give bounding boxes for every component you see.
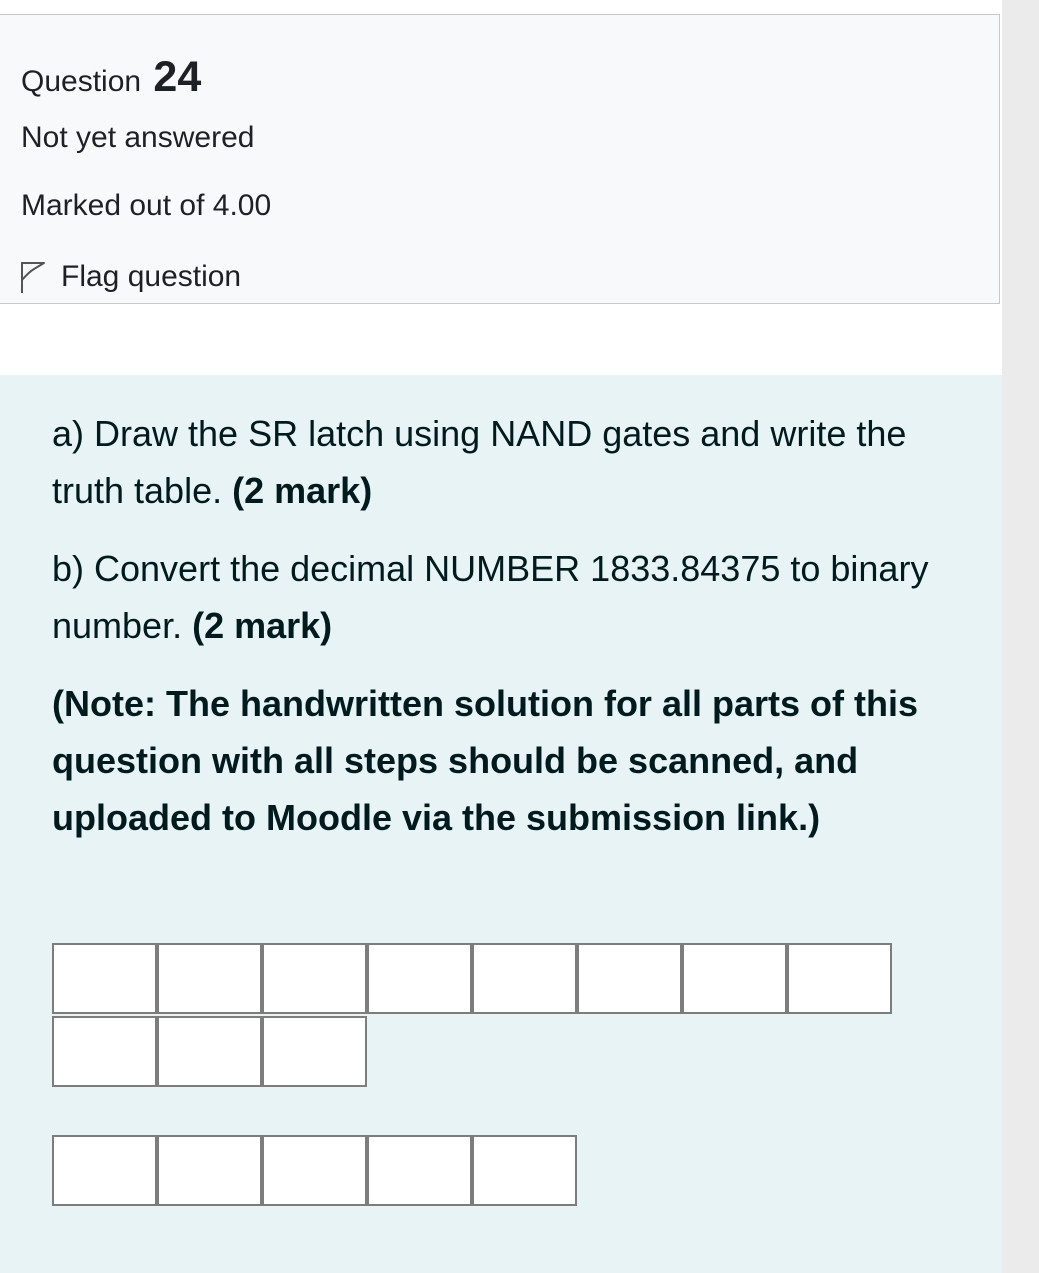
integer-digit-box-2[interactable]: [157, 943, 262, 1014]
integer-digit-box-7[interactable]: [682, 943, 787, 1014]
part-a-paragraph: a) Draw the SR latch using NAND gates an…: [52, 405, 972, 519]
page-gutter: [1002, 0, 1039, 1273]
question-number-label: Question 24: [21, 53, 201, 102]
integer-digit-box-8[interactable]: [787, 943, 892, 1014]
part-a-marks: (2 mark): [232, 470, 373, 511]
integer-digit-box-5[interactable]: [472, 943, 577, 1014]
part-b-paragraph: b) Convert the decimal NUMBER 1833.84375…: [52, 540, 972, 654]
note-paragraph: (Note: The handwritten solution for all …: [52, 675, 972, 846]
question-content-panel: a) Draw the SR latch using NAND gates an…: [0, 375, 1002, 1273]
question-grade: Marked out of 4.00: [21, 189, 272, 222]
fraction-digit-box-5[interactable]: [472, 1135, 577, 1206]
question-label-text: Question: [21, 65, 142, 98]
question-text: a) Draw the SR latch using NAND gates an…: [52, 405, 972, 867]
note-text: (Note: The handwritten solution for all …: [52, 683, 918, 838]
flag-outline-icon: [21, 262, 45, 293]
flag-question-button[interactable]: Flag question: [19, 255, 241, 299]
part-a-text: a) Draw the SR latch using NAND gates an…: [52, 413, 907, 511]
fraction-digit-box-2[interactable]: [157, 1135, 262, 1206]
integer-digit-box-9[interactable]: [52, 1016, 157, 1087]
integer-digit-box-10[interactable]: [157, 1016, 262, 1087]
part-b-text: b) Convert the decimal NUMBER 1833.84375…: [52, 548, 929, 646]
integer-digit-box-4[interactable]: [367, 943, 472, 1014]
integer-digit-box-1[interactable]: [52, 943, 157, 1014]
fraction-digit-box-4[interactable]: [367, 1135, 472, 1206]
fraction-digit-box-3[interactable]: [262, 1135, 367, 1206]
integer-digit-box-11[interactable]: [262, 1016, 367, 1087]
question-info-panel: Question 24 Not yet answered Marked out …: [0, 14, 1000, 304]
flag-question-label: Flag question: [61, 260, 242, 293]
integer-digit-box-6[interactable]: [577, 943, 682, 1014]
question-number: 24: [153, 53, 202, 101]
question-state: Not yet answered: [21, 121, 255, 154]
integer-digit-box-3[interactable]: [262, 943, 367, 1014]
fraction-digit-box-1[interactable]: [52, 1135, 157, 1206]
part-b-marks: (2 mark): [192, 605, 333, 646]
